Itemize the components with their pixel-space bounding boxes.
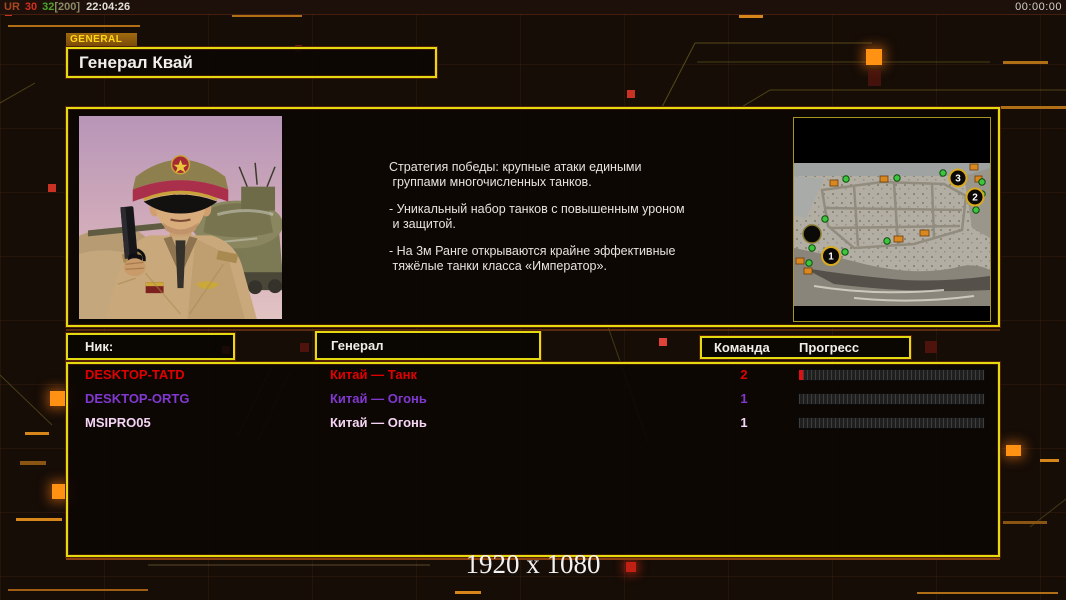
debug-readout: UR 30 32[200] 22:04:26 — [4, 1, 135, 13]
column-header-progress: Прогресс — [799, 340, 860, 355]
player-general: Китай — Танк — [330, 367, 417, 382]
debug-part: [200] — [54, 1, 81, 13]
player-team: 1 — [740, 391, 748, 406]
player-table: DESKTOP-TATD Китай — Танк 2 DESKTOP-ORTG… — [66, 362, 1000, 557]
player-team: 1 — [740, 415, 748, 430]
column-header-nick: Ник: — [66, 333, 235, 360]
general-description: Стратегия победы: крупные атаки едиными … — [389, 160, 725, 286]
player-row[interactable]: MSIPRO05 Китай — Огонь 1 — [68, 413, 996, 437]
description-paragraph: - На 3м Ранге открываются крайне эффекти… — [389, 244, 676, 273]
player-row[interactable]: DESKTOP-TATD Китай — Танк 2 — [68, 365, 996, 389]
column-header-general: Генерал — [315, 331, 541, 360]
general-portrait-image — [77, 114, 284, 321]
debug-part: 30 — [24, 1, 38, 13]
resolution-label: 1920 x 1080 — [465, 549, 601, 579]
general-lobby-screen: { "topbar": { "parts": [ {"t": "UR", "c"… — [0, 0, 1066, 600]
debug-part: 32 — [42, 1, 55, 13]
tab-general[interactable]: GENERAL — [66, 33, 137, 47]
top-status-bar: UR 30 32[200] 22:04:26 00:00:00 — [0, 0, 1066, 15]
general-title-box: Генерал Квай — [66, 47, 437, 78]
progress-bar — [798, 417, 985, 429]
player-team: 2 — [740, 367, 748, 382]
minimap[interactable]: 1 2 3 — [793, 117, 991, 322]
svg-text:2: 2 — [972, 193, 978, 204]
player-general: Китай — Огонь — [330, 391, 427, 406]
player-nick: MSIPRO05 — [85, 415, 151, 430]
page-title: Генерал Квай — [79, 53, 193, 72]
player-general: Китай — Огонь — [330, 415, 427, 430]
column-header-team: Команда — [714, 340, 770, 355]
progress-bar — [798, 369, 985, 381]
svg-text:3: 3 — [955, 174, 961, 185]
match-timer: 00:00:00 — [1015, 1, 1062, 13]
svg-text:1: 1 — [828, 252, 834, 263]
minimap-image: 1 2 3 — [794, 118, 990, 321]
progress-bar — [798, 393, 985, 405]
debug-part: UR — [4, 1, 20, 13]
description-paragraph: Стратегия победы: крупные атаки едиными … — [389, 160, 642, 189]
general-info-panel: Стратегия победы: крупные атаки едиными … — [66, 107, 1000, 327]
description-paragraph: - Уникальный набор танков с повышенным у… — [389, 202, 685, 231]
player-row[interactable]: DESKTOP-ORTG Китай — Огонь 1 — [68, 389, 996, 413]
player-nick: DESKTOP-ORTG — [85, 391, 190, 406]
column-header-team-progress: Команда Прогресс — [700, 336, 911, 359]
debug-clock: 22:04:26 — [86, 1, 131, 13]
general-portrait — [77, 114, 284, 321]
player-nick: DESKTOP-TATD — [85, 367, 185, 382]
